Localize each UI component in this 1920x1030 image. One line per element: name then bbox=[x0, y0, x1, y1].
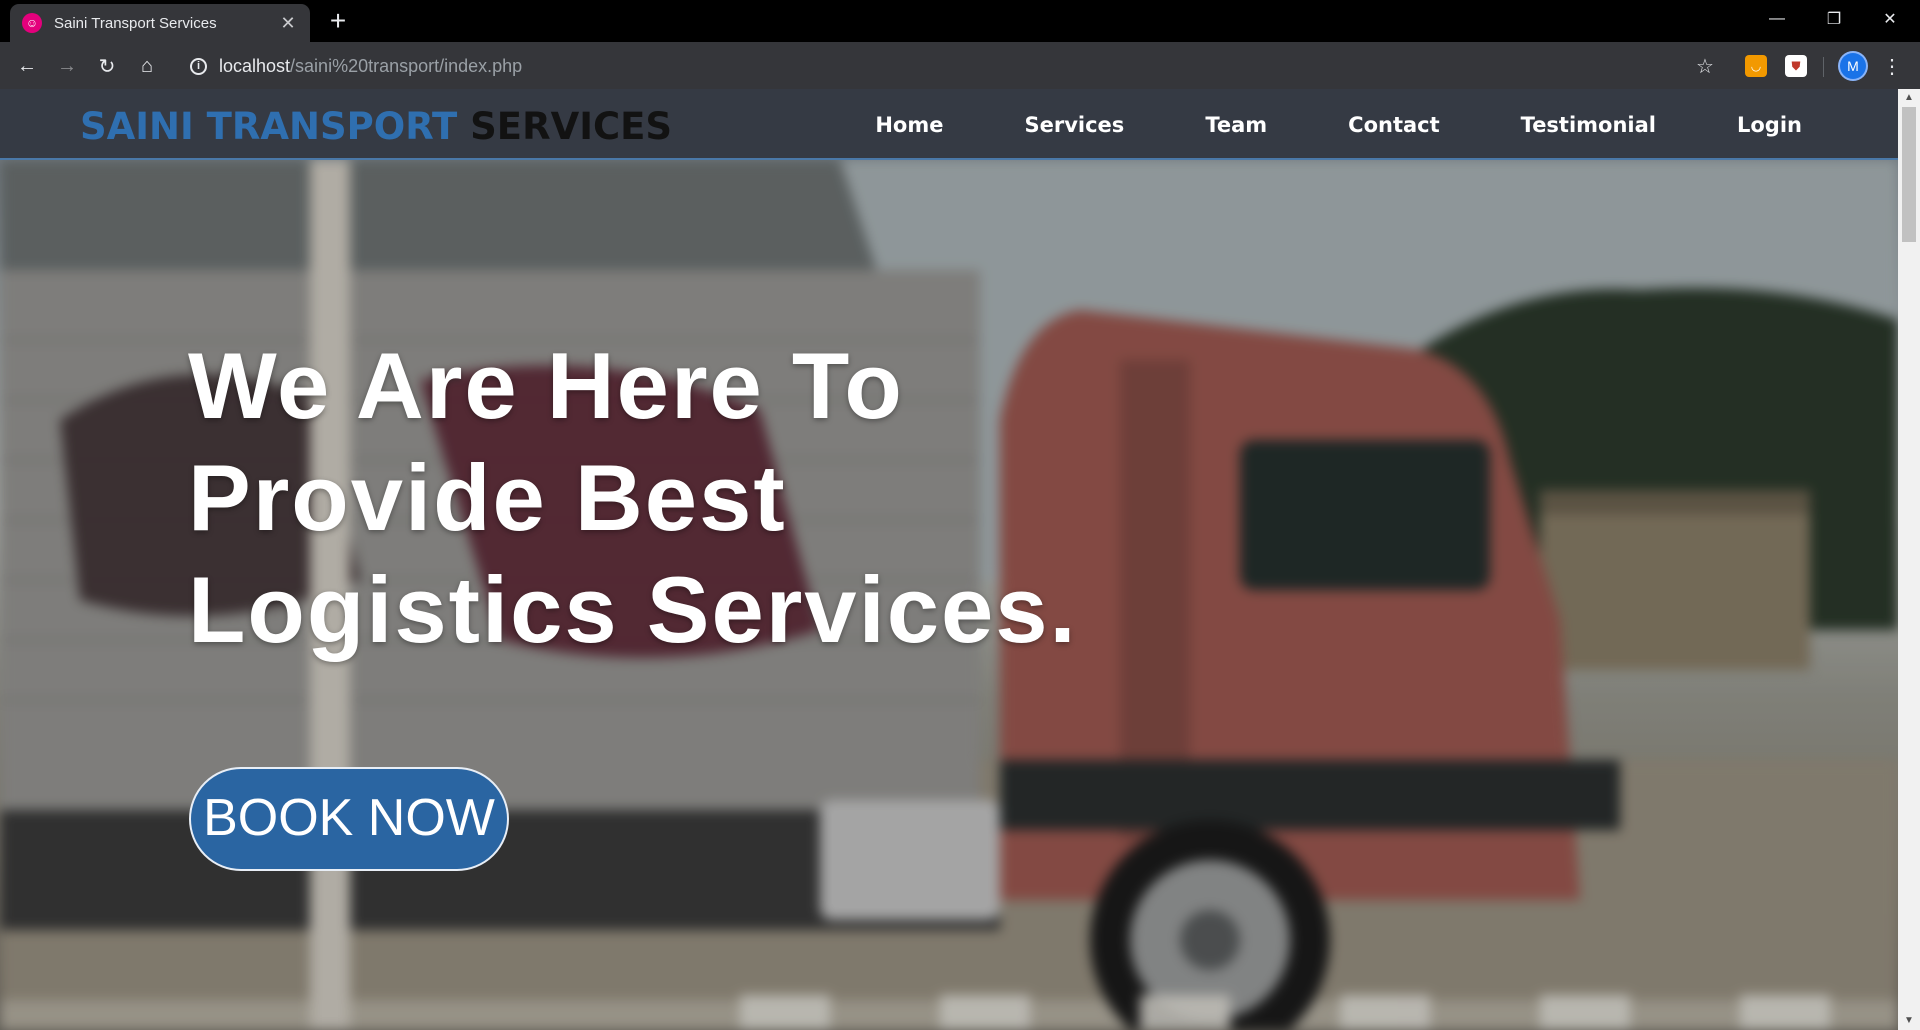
scroll-down-arrow-icon[interactable]: ▼ bbox=[1898, 1012, 1920, 1030]
tab-title: Saini Transport Services bbox=[54, 14, 217, 32]
browser-titlebar: ☺ Saini Transport Services ✕ + — ❐ ✕ bbox=[0, 0, 1920, 42]
hero-headline-line: Logistics Services. bbox=[188, 557, 1078, 662]
hero-section: We Are Here To Provide Best Logistics Se… bbox=[0, 160, 1898, 1030]
nav-link-contact[interactable]: Contact bbox=[1348, 113, 1440, 137]
new-tab-button[interactable]: + bbox=[324, 7, 352, 36]
extension-orange-icon[interactable]: ◡ bbox=[1745, 55, 1767, 77]
info-icon[interactable]: i bbox=[190, 57, 207, 75]
toolbar-divider bbox=[1823, 57, 1824, 77]
site-navbar: SAINI TRANSPORT SERVICES Home Services T… bbox=[0, 89, 1898, 160]
close-window-button[interactable]: ✕ bbox=[1860, 0, 1920, 38]
site-logo[interactable]: SAINI TRANSPORT SERVICES bbox=[80, 105, 672, 148]
bookmark-star-icon[interactable]: ☆ bbox=[1689, 50, 1721, 82]
nav-link-login[interactable]: Login bbox=[1737, 113, 1802, 137]
hero-headline-line: Provide Best bbox=[188, 445, 787, 550]
nav-link-services[interactable]: Services bbox=[1025, 113, 1125, 137]
nav-link-testimonial[interactable]: Testimonial bbox=[1521, 113, 1656, 137]
back-icon[interactable]: ← bbox=[11, 50, 43, 82]
nav-link-home[interactable]: Home bbox=[875, 113, 943, 137]
url-path: /saini%20transport/index.php bbox=[290, 55, 523, 76]
hero-headline: We Are Here To Provide Best Logistics Se… bbox=[188, 330, 1188, 666]
menu-kebab-icon[interactable]: ⋮ bbox=[1876, 50, 1908, 82]
url-host: localhost bbox=[219, 55, 291, 76]
browser-toolbar: ← → ↻ ⌂ i localhost/saini%20transport/in… bbox=[0, 42, 1920, 89]
address-bar[interactable]: i localhost/saini%20transport/index.php bbox=[176, 48, 1716, 84]
page-viewport: We Are Here To Provide Best Logistics Se… bbox=[0, 89, 1920, 1030]
book-now-button[interactable]: BOOK NOW bbox=[189, 767, 509, 871]
close-tab-icon[interactable]: ✕ bbox=[278, 13, 298, 34]
scroll-up-arrow-icon[interactable]: ▲ bbox=[1898, 89, 1920, 107]
scroll-thumb[interactable] bbox=[1902, 107, 1916, 242]
restore-button[interactable]: ❐ bbox=[1804, 0, 1864, 38]
nav-link-team[interactable]: Team bbox=[1205, 113, 1267, 137]
minimize-button[interactable]: — bbox=[1747, 0, 1807, 38]
brand-name-secondary: SERVICES bbox=[457, 105, 673, 148]
forward-icon[interactable]: → bbox=[51, 50, 83, 82]
extension-pocket-icon[interactable]: ⛊ bbox=[1785, 55, 1807, 77]
home-icon[interactable]: ⌂ bbox=[131, 50, 163, 82]
brand-name-primary: SAINI TRANSPORT bbox=[80, 105, 458, 148]
nav-menu: Home Services Team Contact Testimonial L… bbox=[794, 89, 1802, 160]
favicon-icon: ☺ bbox=[22, 13, 42, 33]
browser-tab[interactable]: ☺ Saini Transport Services ✕ bbox=[10, 4, 310, 42]
profile-avatar[interactable]: M bbox=[1840, 53, 1866, 79]
reload-icon[interactable]: ↻ bbox=[91, 50, 123, 82]
page-scrollbar[interactable]: ▲ ▼ bbox=[1898, 89, 1920, 1030]
hero-headline-line: We Are Here To bbox=[188, 333, 904, 438]
